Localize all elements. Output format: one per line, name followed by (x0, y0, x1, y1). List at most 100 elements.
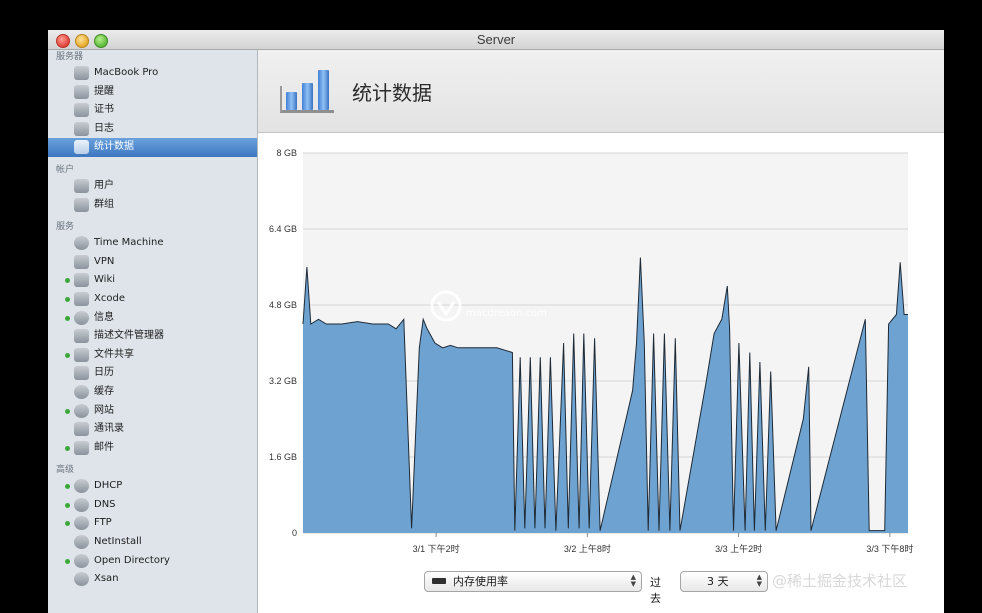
sidebar-item-label: 网站 (94, 404, 114, 416)
y-tick-label: 1.6 GB (269, 452, 297, 462)
sidebar-item[interactable]: 网站 (48, 402, 257, 421)
caching-icon (74, 384, 89, 399)
metric-select[interactable]: 内存使用率 ▲ ▼ (424, 571, 642, 592)
sidebar-item-label: 日志 (94, 122, 114, 134)
sidebar-item[interactable]: FTP (48, 514, 257, 533)
sidebar-item[interactable]: VPN (48, 253, 257, 272)
sidebar-item-label: Xcode (94, 292, 125, 304)
wiki-icon (74, 273, 89, 288)
sidebar-item[interactable]: 统计数据 (48, 138, 257, 157)
memory-usage-chart: 0 1.6 GB 3.2 GB 4.8 GB 6.4 GB 8 GB 3/1 下午2时 3/2… (269, 148, 913, 554)
sidebar-item[interactable]: Xcode (48, 290, 257, 309)
sidebar-item[interactable]: Xsan (48, 570, 257, 589)
sidebar-item-label: MacBook Pro (94, 67, 159, 78)
service-running-indicator (65, 502, 70, 508)
sidebar-section-header: 服务器 (56, 52, 84, 62)
watermark-text: macdreaon.com (466, 308, 547, 319)
netinstall-icon (74, 535, 89, 550)
x-tick-label: 3/2 上午8时 (564, 543, 611, 554)
sidebar-item[interactable]: NetInstall (48, 533, 257, 552)
sidebar-item[interactable]: 日历 (48, 364, 257, 383)
mail-icon (74, 440, 89, 455)
xcode-hammer-icon (74, 291, 89, 306)
sidebar-item-label: Wiki (94, 274, 116, 286)
sidebar-item-label: VPN (94, 255, 115, 267)
megaphone-icon (74, 84, 89, 99)
service-running-indicator (65, 408, 70, 414)
globe-icon (74, 403, 89, 418)
sidebar-item[interactable]: 群组 (48, 196, 257, 215)
calendar-icon (74, 366, 89, 381)
sidebar-item[interactable]: DHCP (48, 477, 257, 496)
contacts-icon (74, 422, 89, 437)
vpn-lock-icon (74, 254, 89, 269)
sidebar-item-label: DNS (94, 498, 116, 510)
sidebar-item[interactable]: 文件共享 (48, 346, 257, 365)
service-running-indicator (65, 278, 70, 284)
x-tick-label: 3/1 下午2时 (413, 543, 460, 554)
xsan-icon (74, 572, 89, 587)
y-tick-label: 4.8 GB (269, 300, 297, 310)
file-sharing-icon (74, 347, 89, 362)
sidebar-item[interactable]: 提醒 (48, 83, 257, 102)
y-tick-label: 8 GB (276, 148, 297, 158)
range-select-value: 3 天 (707, 575, 729, 588)
sidebar-item-label: 描述文件管理器 (94, 330, 164, 342)
sidebar-item[interactable]: Time Machine (48, 234, 257, 253)
open-directory-icon (74, 553, 89, 568)
title-bar: Server (48, 30, 944, 50)
stats-icon (74, 140, 89, 155)
x-tick-label: 3/3 下午8时 (866, 543, 913, 554)
watermark-logo-icon (430, 290, 462, 322)
sidebar-item[interactable]: 证书 (48, 101, 257, 120)
log-icon (74, 121, 89, 136)
sidebar: 服务器 MacBook Pro 提醒 证书 日志 统计数据 帐户 用户 群组 服务 Time Mac… (48, 50, 258, 613)
sidebar-item-label: Open Directory (94, 554, 170, 566)
sidebar-item-label: 信息 (94, 311, 114, 323)
sidebar-item-label: 文件共享 (94, 348, 134, 360)
sidebar-item[interactable]: 描述文件管理器 (48, 327, 257, 346)
sidebar-item[interactable]: 信息 (48, 309, 257, 328)
sidebar-item-label: NetInstall (94, 536, 142, 548)
service-running-indicator (65, 521, 70, 527)
sidebar-item[interactable]: 用户 (48, 177, 257, 196)
sidebar-item-label: DHCP (94, 480, 123, 492)
metric-select-value: 内存使用率 (453, 575, 508, 588)
corner-watermark: @稀土掘金技术社区 (772, 572, 908, 590)
sidebar-item-label: 缓存 (94, 385, 114, 397)
select-arrows-icon: ▲ ▼ (756, 573, 762, 588)
sidebar-item-label: Xsan (94, 573, 119, 585)
ftp-icon (74, 516, 89, 531)
laptop-icon (74, 66, 89, 80)
y-tick-label: 6.4 GB (269, 224, 297, 234)
sidebar-item-label: 通讯录 (94, 423, 124, 435)
messages-icon (74, 310, 89, 325)
user-icon (74, 178, 89, 193)
page-title: 统计数据 (352, 81, 432, 105)
memory-chip-icon (432, 578, 446, 584)
sidebar-item[interactable]: DNS (48, 496, 257, 515)
sidebar-item[interactable]: 通讯录 (48, 420, 257, 439)
sidebar-item-label: Time Machine (94, 237, 164, 249)
sidebar-item-label: 统计数据 (94, 141, 134, 153)
group-icon (74, 197, 89, 212)
service-running-indicator (65, 558, 70, 564)
sidebar-item[interactable]: MacBook Pro (48, 64, 257, 83)
past-label: 过去 (650, 576, 661, 605)
center-watermark: macdreaon.com (430, 290, 570, 326)
stats-bar-chart-icon (280, 70, 334, 113)
sidebar-item-label: 证书 (94, 104, 114, 116)
range-select[interactable]: 3 天 ▲ ▼ (680, 571, 768, 592)
sidebar-item-label: FTP (94, 517, 112, 529)
sidebar-item[interactable]: Open Directory (48, 552, 257, 571)
sidebar-item[interactable]: 邮件 (48, 439, 257, 458)
sidebar-section-header: 帐户 (56, 164, 75, 175)
y-tick-label: 3.2 GB (269, 376, 297, 386)
main-panel: 统计数据 0 1.6 GB 3.2 GB 4.8 GB 6.4 GB 8 GB 3/1 下午… (258, 50, 944, 613)
sidebar-item[interactable]: 缓存 (48, 383, 257, 402)
sidebar-item[interactable]: 日志 (48, 120, 257, 139)
service-running-indicator (65, 484, 70, 490)
select-arrows-icon: ▲ ▼ (630, 573, 636, 588)
service-running-indicator (65, 445, 70, 451)
sidebar-item[interactable]: Wiki (48, 271, 257, 290)
